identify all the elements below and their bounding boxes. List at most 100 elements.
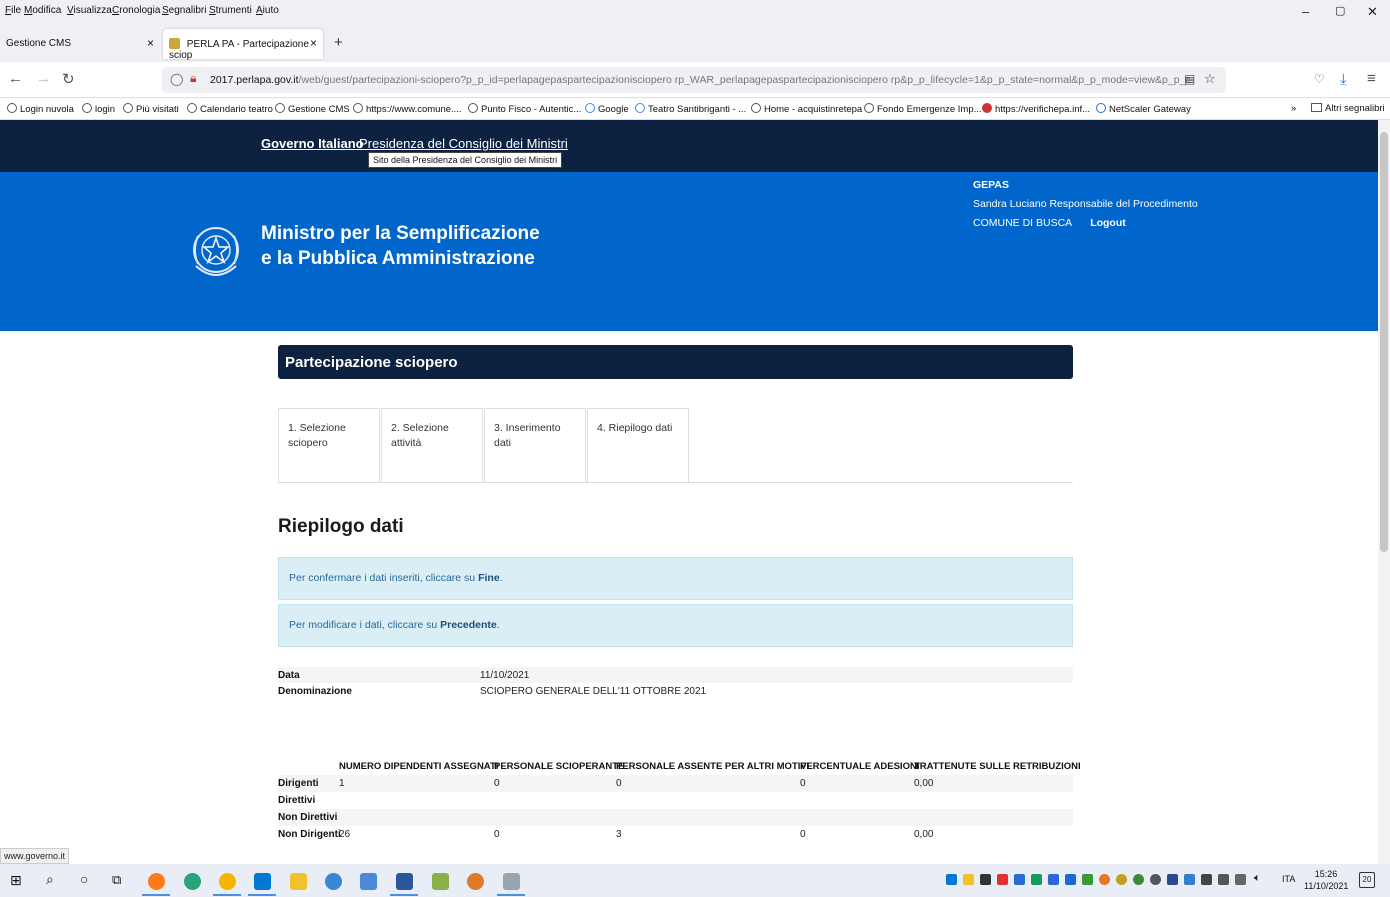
row-label: Dirigenti xyxy=(278,778,319,789)
app-icon[interactable] xyxy=(432,873,449,890)
tray-icon[interactable] xyxy=(1150,874,1161,885)
governo-italiano-link[interactable]: Governo Italiano xyxy=(261,136,364,151)
bookmark-item[interactable]: Teatro Santibriganti - ... xyxy=(635,103,746,115)
close-tab-icon[interactable]: × xyxy=(310,36,317,50)
table-cell: 3 xyxy=(616,829,622,840)
new-tab-button[interactable]: + xyxy=(334,34,343,51)
clock[interactable]: 15:26 11/10/2021 xyxy=(1304,868,1348,892)
tray-icon[interactable] xyxy=(1065,874,1076,885)
close-tab-icon[interactable]: × xyxy=(147,36,154,50)
tray-icon[interactable] xyxy=(1167,874,1178,885)
tray-icon[interactable] xyxy=(1133,874,1144,885)
download-icon[interactable]: ⤓ xyxy=(1340,71,1347,88)
firefox-icon[interactable] xyxy=(148,873,165,890)
tab-bar: Gestione CMS × PERLA PA - Partecipazione… xyxy=(0,24,1390,62)
bookmark-item[interactable]: NetScaler Gateway xyxy=(1096,103,1191,115)
step-4[interactable]: 4. Riepilogo dati xyxy=(587,408,689,483)
file-explorer-icon[interactable] xyxy=(290,873,307,890)
step-1[interactable]: 1. Selezione sciopero xyxy=(278,408,380,483)
tray-icon[interactable] xyxy=(1116,874,1127,885)
tray-icon[interactable] xyxy=(997,874,1008,885)
windows-start-icon[interactable]: ⊞ xyxy=(10,872,22,889)
lock-icon[interactable]: 🔒︎ xyxy=(190,71,196,86)
other-bookmarks[interactable]: Altri segnalibri xyxy=(1311,103,1385,114)
shield-icon[interactable]: ◯ xyxy=(170,72,183,86)
language-indicator[interactable]: ITA xyxy=(1282,874,1295,884)
menu-strumenti[interactable]: Strumenti xyxy=(209,5,252,16)
app-icon[interactable] xyxy=(360,873,377,890)
reload-icon[interactable]: ↻ xyxy=(62,70,75,88)
step-3[interactable]: 3. Inserimento dati xyxy=(484,408,586,483)
bookmark-icon xyxy=(353,103,363,113)
cortana-icon[interactable]: ○ xyxy=(80,871,88,887)
notification-center-icon[interactable]: 20 xyxy=(1359,872,1375,888)
forward-icon[interactable]: → xyxy=(36,70,51,87)
internet-explorer-icon[interactable] xyxy=(325,873,342,890)
url-bar[interactable]: ◯ 🔒︎ 2017.perlapa.gov.it/web/guest/parte… xyxy=(162,67,1226,93)
edge-icon[interactable] xyxy=(184,873,201,890)
step-2[interactable]: 2. Selezione attività xyxy=(381,408,483,483)
ministry-title[interactable]: Ministro per la Semplificazione e la Pub… xyxy=(261,221,540,271)
tray-icon[interactable] xyxy=(946,874,957,885)
tray-icon[interactable] xyxy=(1235,874,1246,885)
restore-icon[interactable]: ▢ xyxy=(1335,4,1345,17)
tray-icon[interactable] xyxy=(1014,874,1025,885)
tray-icon[interactable] xyxy=(1048,874,1059,885)
bookmark-item[interactable]: https://www.comune.... xyxy=(353,103,462,115)
tray-icon[interactable] xyxy=(980,874,991,885)
bookmark-item[interactable]: Login nuvola xyxy=(7,103,74,115)
close-window-icon[interactable]: ✕ xyxy=(1367,4,1378,20)
menu-icon[interactable]: ≡ xyxy=(1367,70,1376,87)
minimize-icon[interactable]: – xyxy=(1302,4,1309,19)
outlook-icon[interactable] xyxy=(254,873,271,890)
word-icon[interactable] xyxy=(396,873,413,890)
tray-icon[interactable] xyxy=(1099,874,1110,885)
tray-icon[interactable] xyxy=(1082,874,1093,885)
back-icon[interactable]: ← xyxy=(8,70,23,87)
bookmark-item[interactable]: Più visitati xyxy=(123,103,179,115)
bookmark-item[interactable]: Punto Fisco - Autentic... xyxy=(468,103,581,115)
app-icon[interactable] xyxy=(467,873,484,890)
volume-icon[interactable]: 🔈︎ xyxy=(1254,872,1261,885)
bookmark-item[interactable]: login xyxy=(82,103,115,115)
logout-link[interactable]: Logout xyxy=(1090,217,1126,229)
search-icon[interactable]: ⌕ xyxy=(46,871,54,888)
bookmark-item[interactable]: Calendario teatro xyxy=(187,103,273,115)
tray-icon[interactable] xyxy=(963,874,974,885)
menu-cronologia[interactable]: Cronologia xyxy=(112,5,160,16)
bookmark-item[interactable]: Google xyxy=(585,103,629,115)
reader-view-icon[interactable]: ▤ xyxy=(1184,72,1195,86)
bookmark-item[interactable]: Home - acquistinretepa xyxy=(751,103,862,115)
scrollbar-thumb[interactable] xyxy=(1380,132,1388,552)
status-link: www.governo.it xyxy=(0,848,70,864)
modify-alert: Per modificare i dati, cliccare su Prece… xyxy=(278,604,1073,647)
menu-visualizza[interactable]: Visualizza xyxy=(67,5,112,16)
tray-icon[interactable] xyxy=(1184,874,1195,885)
tab-perla-pa[interactable]: PERLA PA - Partecipazione sciop × xyxy=(163,29,323,61)
precedente-label: Precedente xyxy=(440,619,497,631)
presidenza-link[interactable]: Presidenza del Consiglio dei Ministri xyxy=(359,136,568,151)
task-view-icon[interactable]: ⧉ xyxy=(112,872,121,888)
app-icon[interactable] xyxy=(503,873,520,890)
table-cell: 0 xyxy=(800,829,806,840)
bookmark-icon xyxy=(275,103,285,113)
menu-modifica[interactable]: Modifica xyxy=(24,5,61,16)
menu-segnalibri[interactable]: Segnalibri xyxy=(162,5,206,16)
menu-aiuto[interactable]: Aiuto xyxy=(256,5,279,16)
chrome-icon[interactable] xyxy=(219,873,236,890)
more-bookmarks-icon[interactable]: » xyxy=(1291,103,1296,114)
bookmark-item[interactable]: Gestione CMS xyxy=(275,103,350,115)
bookmark-item[interactable]: Fondo Emergenze Imp... xyxy=(864,103,982,115)
tray-icon[interactable] xyxy=(1201,874,1212,885)
tab-gestione-cms[interactable]: Gestione CMS × xyxy=(0,29,160,59)
url-text[interactable]: 2017.perlapa.gov.it/web/guest/partecipaz… xyxy=(210,74,1190,86)
column-header: PERCENTUALE ADESIONI xyxy=(800,761,920,772)
bookmark-star-icon[interactable]: ☆ xyxy=(1204,71,1216,87)
bookmark-item[interactable]: https://verifichepa.inf... xyxy=(982,103,1090,115)
menu-file[interactable]: File xyxy=(5,5,21,16)
tray-icon[interactable] xyxy=(1218,874,1229,885)
clock-time: 15:26 xyxy=(1314,869,1338,879)
pocket-icon[interactable]: ♡ xyxy=(1314,72,1325,86)
tray-icon[interactable] xyxy=(1031,874,1042,885)
page-scrollbar[interactable] xyxy=(1378,120,1390,864)
